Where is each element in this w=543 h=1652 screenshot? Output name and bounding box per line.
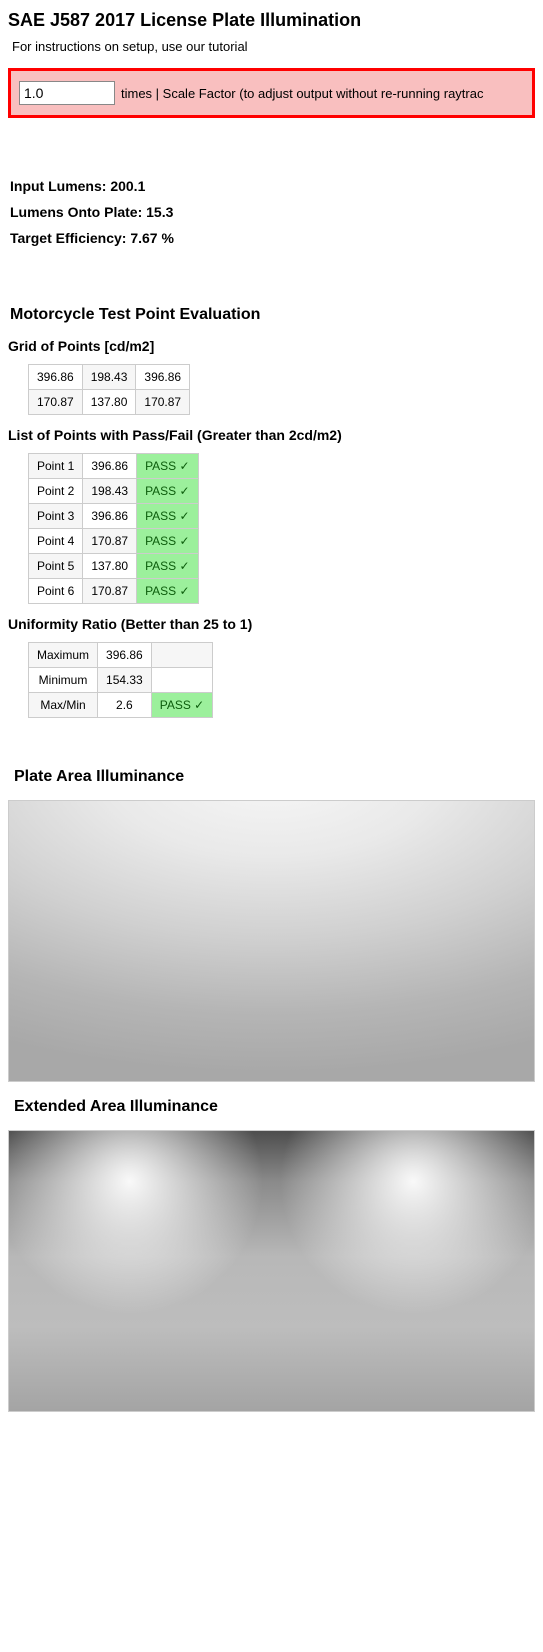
uni-status <box>151 668 213 693</box>
point-value: 396.86 <box>83 504 137 529</box>
input-lumens-value: 200.1 <box>110 178 145 194</box>
onto-plate-label: Lumens Onto Plate: <box>10 204 142 220</box>
grid-cell: 198.43 <box>82 365 136 390</box>
point-name: Point 5 <box>29 554 83 579</box>
table-row: Max/Min 2.6 PASS ✓ <box>29 693 213 718</box>
grid-cell: 396.86 <box>29 365 83 390</box>
input-lumens-label: Input Lumens: <box>10 178 106 194</box>
point-name: Point 2 <box>29 479 83 504</box>
table-row: Point 2 198.43 PASS ✓ <box>29 479 199 504</box>
point-value: 137.80 <box>83 554 137 579</box>
grid-table: 396.86 198.43 396.86 170.87 137.80 170.8… <box>28 364 190 415</box>
scale-factor-label: times | Scale Factor (to adjust output w… <box>121 86 483 101</box>
table-row: Maximum 396.86 <box>29 643 213 668</box>
input-lumens-line: Input Lumens: 200.1 <box>10 178 535 194</box>
point-value: 198.43 <box>83 479 137 504</box>
uni-value: 154.33 <box>98 668 152 693</box>
uni-label: Max/Min <box>29 693 98 718</box>
plate-illuminance-image <box>8 800 535 1082</box>
efficiency-value: 7.67 % <box>130 230 174 246</box>
page-title: SAE J587 2017 License Plate Illumination <box>8 10 535 31</box>
point-value: 170.87 <box>83 529 137 554</box>
grid-cell: 170.87 <box>29 390 83 415</box>
grid-cell: 137.80 <box>82 390 136 415</box>
table-row: Point 6 170.87 PASS ✓ <box>29 579 199 604</box>
efficiency-line: Target Efficiency: 7.67 % <box>10 230 535 246</box>
stats-block: Input Lumens: 200.1 Lumens Onto Plate: 1… <box>10 178 535 246</box>
point-value: 396.86 <box>83 454 137 479</box>
uni-status <box>151 643 213 668</box>
point-name: Point 1 <box>29 454 83 479</box>
table-row: Minimum 154.33 <box>29 668 213 693</box>
scale-factor-box: times | Scale Factor (to adjust output w… <box>8 68 535 118</box>
table-row: Point 4 170.87 PASS ✓ <box>29 529 199 554</box>
point-status: PASS ✓ <box>137 554 199 579</box>
uni-value: 2.6 <box>98 693 152 718</box>
point-value: 170.87 <box>83 579 137 604</box>
uni-value: 396.86 <box>98 643 152 668</box>
onto-plate-value: 15.3 <box>146 204 173 220</box>
uniformity-title: Uniformity Ratio (Better than 25 to 1) <box>8 616 535 632</box>
point-status: PASS ✓ <box>137 504 199 529</box>
uniformity-table: Maximum 396.86 Minimum 154.33 Max/Min 2.… <box>28 642 213 718</box>
uni-label: Minimum <box>29 668 98 693</box>
point-name: Point 4 <box>29 529 83 554</box>
point-status: PASS ✓ <box>137 529 199 554</box>
point-status: PASS ✓ <box>137 454 199 479</box>
plate-illuminance-title: Plate Area Illuminance <box>14 768 535 786</box>
efficiency-label: Target Efficiency: <box>10 230 126 246</box>
table-row: 396.86 198.43 396.86 <box>29 365 190 390</box>
scale-factor-input[interactable] <box>19 81 115 105</box>
eval-title: Motorcycle Test Point Evaluation <box>10 306 535 324</box>
point-status: PASS ✓ <box>137 579 199 604</box>
grid-cell: 396.86 <box>136 365 190 390</box>
point-name: Point 6 <box>29 579 83 604</box>
table-row: 170.87 137.80 170.87 <box>29 390 190 415</box>
points-table: Point 1 396.86 PASS ✓ Point 2 198.43 PAS… <box>28 453 199 604</box>
uni-status: PASS ✓ <box>151 693 213 718</box>
table-row: Point 5 137.80 PASS ✓ <box>29 554 199 579</box>
table-row: Point 1 396.86 PASS ✓ <box>29 454 199 479</box>
table-row: Point 3 396.86 PASS ✓ <box>29 504 199 529</box>
extended-illuminance-title: Extended Area Illuminance <box>14 1098 535 1116</box>
grid-cell: 170.87 <box>136 390 190 415</box>
instructions-text: For instructions on setup, use our tutor… <box>12 39 531 54</box>
point-status: PASS ✓ <box>137 479 199 504</box>
points-title: List of Points with Pass/Fail (Greater t… <box>8 427 535 443</box>
uni-label: Maximum <box>29 643 98 668</box>
grid-title: Grid of Points [cd/m2] <box>8 338 535 354</box>
extended-illuminance-image <box>8 1130 535 1412</box>
point-name: Point 3 <box>29 504 83 529</box>
onto-plate-line: Lumens Onto Plate: 15.3 <box>10 204 535 220</box>
